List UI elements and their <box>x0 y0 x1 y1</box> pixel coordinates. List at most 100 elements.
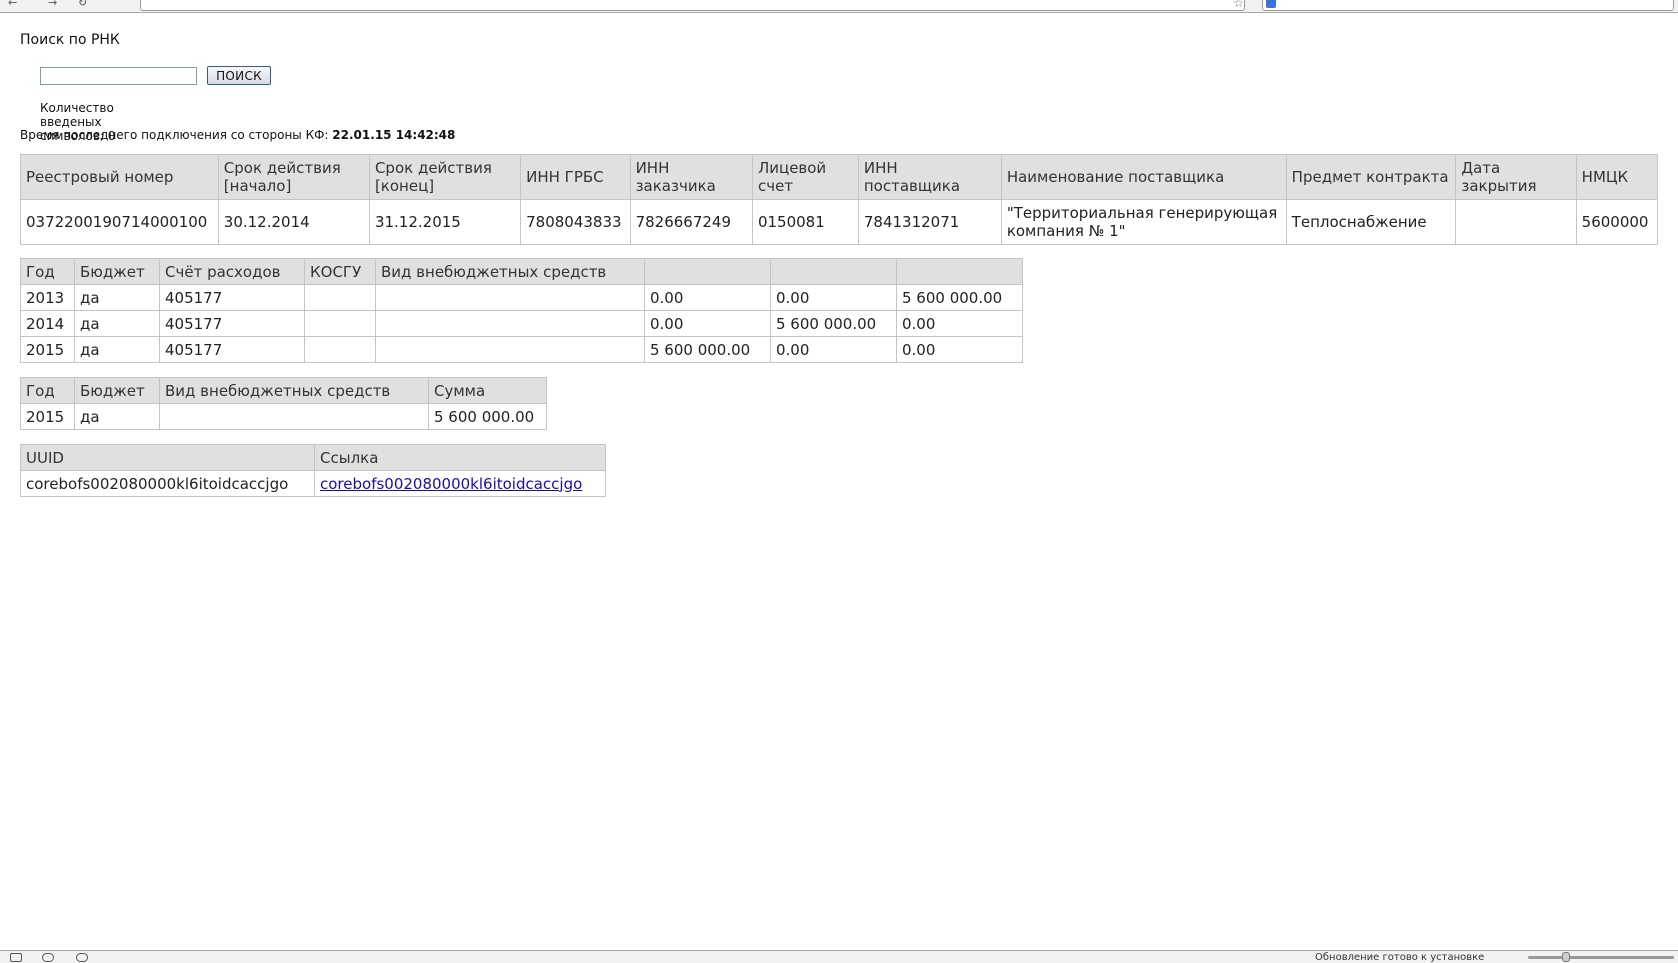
uuid-link[interactable]: corebofs002080000kl6itoidcaccjgo <box>320 475 582 493</box>
cell-offbudget-type <box>375 336 645 363</box>
table-header-row: Год Бюджет Вид внебюджетных средств Сумм… <box>20 377 547 404</box>
table-header-row: UUID Ссылка <box>20 444 606 471</box>
page-title: Поиск по РНК <box>20 32 120 48</box>
col-header: Год <box>20 258 75 285</box>
col-header: ИНН ГРБС <box>520 154 631 200</box>
last-connection-value: 22.01.15 14:42:48 <box>332 128 456 142</box>
table-header-row: Реестровый номер Срок действия [начало] … <box>20 154 1659 200</box>
check-icon <box>76 953 88 962</box>
col-header: Вид внебюджетных средств <box>159 377 429 404</box>
col-header: Срок действия [конец] <box>368 154 522 200</box>
cell-budget: да <box>74 310 160 337</box>
sum-table: Год Бюджет Вид внебюджетных средств Сумм… <box>20 377 547 430</box>
bookmark-star-icon[interactable]: ☆ <box>1233 0 1244 10</box>
browser-toolbar: ← → ↻ ☆ <box>0 0 1678 13</box>
zoom-slider-handle[interactable] <box>1562 952 1570 962</box>
cell-inn-supplier: 7841312071 <box>857 199 1002 245</box>
cell-budget: да <box>74 336 160 363</box>
cell-account: 0150081 <box>751 199 859 245</box>
reload-icon[interactable]: ↻ <box>78 0 92 9</box>
contract-table: Реестровый номер Срок действия [начало] … <box>20 154 1659 245</box>
cell-sum: 5 600 000.00 <box>428 403 547 430</box>
col-header <box>644 258 771 285</box>
last-connection-label: Время последнего подключения со стороны … <box>20 128 329 142</box>
cell-offbudget-type <box>375 284 645 311</box>
col-header: Год <box>20 377 75 404</box>
cell-kosgu <box>304 336 376 363</box>
cell-year: 2015 <box>20 336 75 363</box>
col-header: Реестровый номер <box>20 154 219 200</box>
cell-offbudget-type <box>375 310 645 337</box>
cell-amount: 0.00 <box>770 336 897 363</box>
cell-amount: 0.00 <box>896 336 1023 363</box>
address-bar[interactable] <box>140 0 1245 11</box>
browser-search-box[interactable] <box>1262 0 1674 11</box>
col-header: Счёт расходов <box>159 258 305 285</box>
search-button[interactable]: ПОИСК <box>207 66 271 85</box>
col-header: Сумма <box>428 377 547 404</box>
cell-nmck: 5600000 <box>1575 199 1659 245</box>
browser-status-bar: Обновление готово к установке <box>0 950 1678 963</box>
shield-icon <box>42 953 54 962</box>
col-header: КОСГУ <box>304 258 376 285</box>
status-message: Обновление готово к установке <box>1315 952 1485 963</box>
cell-close-date <box>1455 199 1577 245</box>
cell-amount: 5 600 000.00 <box>896 284 1023 311</box>
col-header: Бюджет <box>74 258 160 285</box>
cell-expense-account: 405177 <box>159 336 305 363</box>
table-row: 2015 да 5 600 000.00 <box>20 403 547 430</box>
search-input[interactable] <box>40 66 197 85</box>
table-header-row: Год Бюджет Счёт расходов КОСГУ Вид внебю… <box>20 258 1023 285</box>
cell-budget: да <box>74 403 160 430</box>
table-row: corebofs002080000kl6itoidcaccjgo corebof… <box>20 470 606 497</box>
col-header: ИНН поставщика <box>857 154 1002 200</box>
cell-kosgu <box>304 284 376 311</box>
table-row: 0372200190714000100 30.12.2014 31.12.201… <box>20 199 1659 245</box>
table-row: 2015 да 405177 5 600 000.00 0.00 0.00 <box>20 336 1023 363</box>
col-header: UUID <box>20 444 315 471</box>
col-header: НМЦК <box>1575 154 1659 200</box>
cell-amount: 0.00 <box>896 310 1023 337</box>
cell-inn-customer: 7826667249 <box>629 199 753 245</box>
back-icon[interactable]: ← <box>8 0 22 9</box>
cell-registry-number: 0372200190714000100 <box>20 199 219 245</box>
col-header: Срок действия [начало] <box>217 154 370 200</box>
table-row: 2014 да 405177 0.00 5 600 000.00 0.00 <box>20 310 1023 337</box>
col-header: Вид внебюджетных средств <box>375 258 645 285</box>
search-row: ПОИСК <box>40 65 271 85</box>
col-header: Предмет контракта <box>1285 154 1457 200</box>
cell-amount: 5 600 000.00 <box>644 336 771 363</box>
cell-budget: да <box>74 284 160 311</box>
col-header: Бюджет <box>74 377 160 404</box>
forward-icon[interactable]: → <box>48 0 62 9</box>
cell-subject: Теплоснабжение <box>1285 199 1457 245</box>
last-connection: Время последнего подключения со стороны … <box>20 128 455 142</box>
cell-end-date: 31.12.2015 <box>368 199 522 245</box>
page-content: Поиск по РНК ПОИСК Количество введеных с… <box>20 32 455 143</box>
cell-amount: 5 600 000.00 <box>770 310 897 337</box>
cell-expense-account: 405177 <box>159 310 305 337</box>
cell-year: 2013 <box>20 284 75 311</box>
page-icon <box>10 953 22 962</box>
cell-year: 2015 <box>20 403 75 430</box>
col-header <box>770 258 897 285</box>
col-header: Наименование поставщика <box>1000 154 1287 200</box>
col-header <box>896 258 1023 285</box>
cell-supplier-name: "Территориальная генерирующая компания №… <box>1000 199 1287 245</box>
cell-uuid: corebofs002080000kl6itoidcaccjgo <box>20 470 315 497</box>
cell-link: corebofs002080000kl6itoidcaccjgo <box>314 470 606 497</box>
col-header: Дата закрытия <box>1455 154 1577 200</box>
uuid-table: UUID Ссылка corebofs002080000kl6itoidcac… <box>20 444 606 497</box>
zoom-slider[interactable] <box>1528 956 1674 959</box>
cell-kosgu <box>304 310 376 337</box>
table-row: 2013 да 405177 0.00 0.00 5 600 000.00 <box>20 284 1023 311</box>
col-header: ИНН заказчика <box>629 154 753 200</box>
col-header: Лицевой счет <box>751 154 859 200</box>
search-engine-icon <box>1266 0 1276 8</box>
budget-years-table: Год Бюджет Счёт расходов КОСГУ Вид внебю… <box>20 258 1023 363</box>
cell-inn-grbs: 7808043833 <box>520 199 631 245</box>
cell-amount: 0.00 <box>770 284 897 311</box>
cell-amount: 0.00 <box>644 284 771 311</box>
cell-amount: 0.00 <box>644 310 771 337</box>
cell-year: 2014 <box>20 310 75 337</box>
